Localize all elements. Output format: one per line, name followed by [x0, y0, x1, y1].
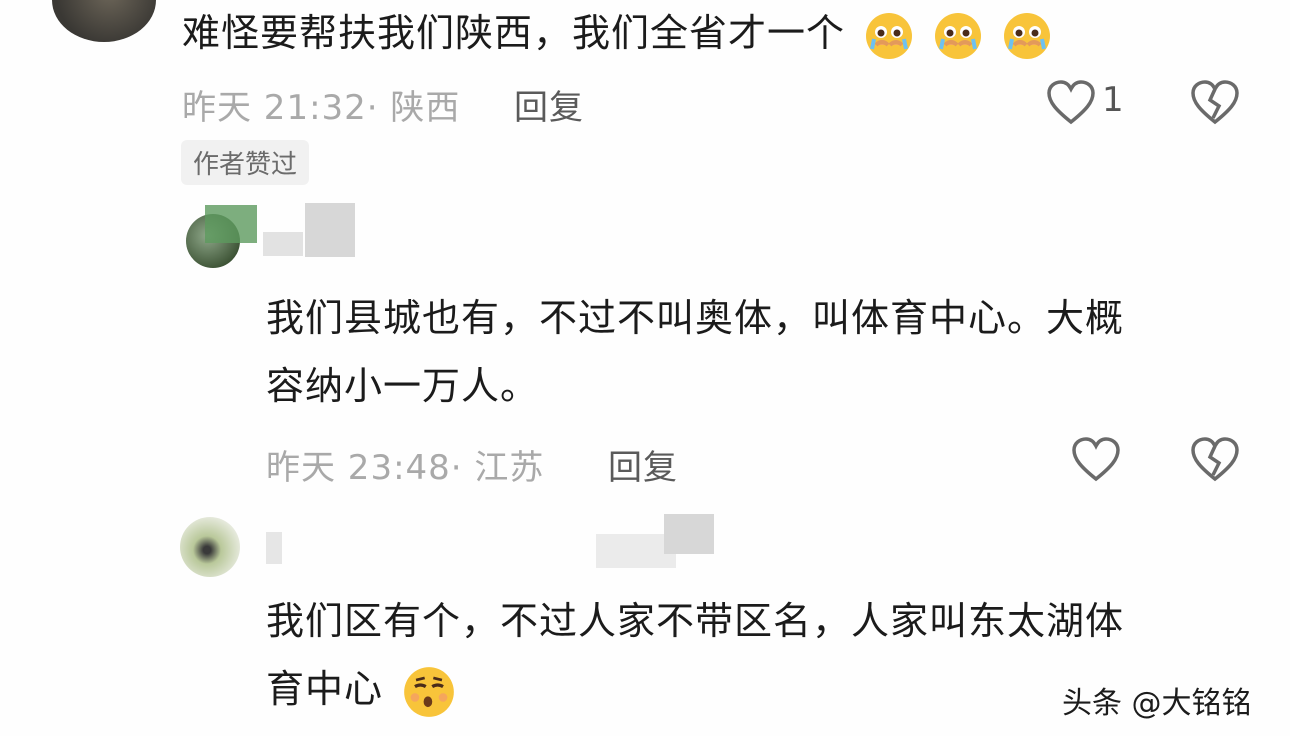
crying-face-emoji-icon	[935, 12, 982, 59]
redacted-username	[266, 512, 716, 572]
like-count: 1	[1102, 80, 1124, 120]
watermark: 头条 @大铭铭	[1062, 686, 1252, 721]
comment-location: 陕西	[390, 88, 461, 128]
redaction-block	[305, 203, 355, 257]
redaction-block	[263, 232, 303, 256]
reply-text-line: 育中心	[266, 658, 1124, 720]
reply-meta: 昨天 23:48· 江苏	[266, 440, 544, 489]
reply-location: 江苏	[474, 448, 545, 488]
reply-button[interactable]: 回复	[608, 440, 678, 489]
reply-time: 昨天 23:48	[266, 448, 451, 488]
redaction-block	[664, 514, 714, 554]
reply-text-content: 育中心	[266, 667, 384, 711]
author-liked-badge: 作者赞过	[181, 140, 310, 185]
reply-text: 我们区有个，不过人家不带区名，人家叫东太湖体 育中心	[266, 590, 1124, 720]
avatar[interactable]	[52, 0, 156, 42]
whistling-face-emoji-icon	[404, 666, 454, 717]
reply-text-line: 我们区有个，不过人家不带区名，人家叫东太湖体	[266, 599, 1125, 643]
reply-button[interactable]: 回复	[514, 80, 584, 129]
broken-heart-icon[interactable]	[1190, 437, 1240, 483]
redaction-block	[266, 532, 282, 564]
redaction-block	[205, 205, 257, 243]
heart-icon[interactable]	[1046, 80, 1096, 126]
comment-text-content: 难怪要帮扶我们陕西，我们全省才一个	[182, 11, 846, 55]
redacted-username	[205, 200, 355, 260]
meta-separator: ·	[450, 448, 475, 488]
meta-separator: ·	[366, 88, 391, 128]
reply-text-line: 我们县城也有，不过不叫奥体，叫体育中心。大概	[266, 296, 1125, 340]
crying-face-emoji-icon	[1004, 12, 1051, 59]
broken-heart-icon[interactable]	[1190, 80, 1240, 126]
comment-text: 难怪要帮扶我们陕西，我们全省才一个	[182, 2, 1052, 64]
comment-time: 昨天 21:32	[182, 88, 367, 128]
avatar[interactable]	[180, 517, 240, 577]
reply-text-line: 容纳小一万人。	[266, 364, 540, 408]
comment-meta: 昨天 21:32· 陕西	[182, 80, 460, 129]
heart-icon[interactable]	[1071, 437, 1121, 483]
crying-face-emoji-icon	[866, 12, 913, 59]
reply-text: 我们县城也有，不过不叫奥体，叫体育中心。大概 容纳小一万人。	[266, 287, 1124, 417]
